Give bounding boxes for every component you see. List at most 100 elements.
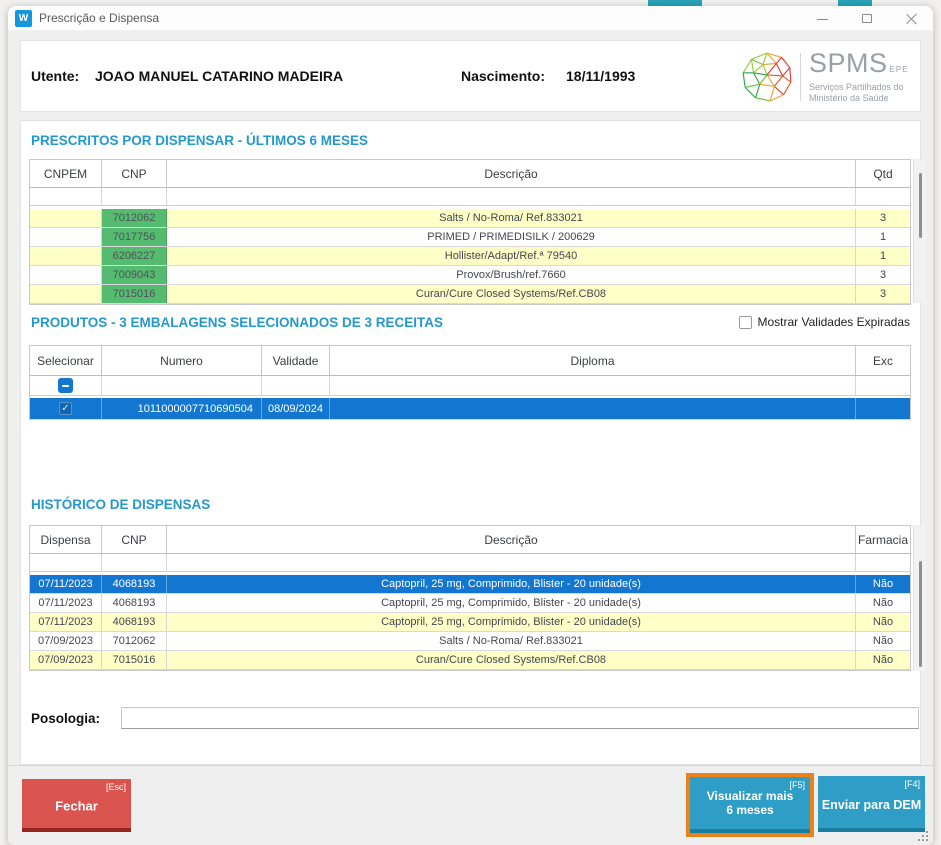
- scrollbar-thumb[interactable]: [919, 561, 922, 667]
- historico-table: Dispensa CNP Descrição Farmacia 07/11/20…: [29, 525, 911, 671]
- filter-cell[interactable]: [102, 376, 262, 395]
- close-button[interactable]: [889, 6, 933, 31]
- filter-cell[interactable]: [262, 376, 330, 395]
- cell-dispensa: 07/11/2023: [30, 613, 102, 631]
- cell-farmacia: Não: [856, 594, 910, 612]
- select-all-checkbox-indeterminate[interactable]: [58, 378, 73, 393]
- column-header-cnp[interactable]: CNP: [102, 526, 167, 553]
- table-row[interactable]: 7017756 PRIMED / PRIMEDISILK / 200629 1: [30, 228, 910, 247]
- cell-farmacia: Não: [856, 632, 910, 650]
- table-row[interactable]: 07/09/2023 7012062 Salts / No-Roma/ Ref.…: [30, 632, 910, 651]
- visualizar-label-line1: Visualizar mais: [690, 789, 810, 803]
- filter-cell[interactable]: [167, 554, 856, 571]
- enviar-shortcut: [F4]: [904, 779, 920, 789]
- table-row[interactable]: 7012062 Salts / No-Roma/ Ref.833021 3: [30, 209, 910, 228]
- posologia-input[interactable]: [121, 707, 919, 729]
- nascimento-label: Nascimento:: [461, 68, 545, 84]
- filter-cell[interactable]: [856, 376, 910, 395]
- column-header-farmacia[interactable]: Farmacia: [856, 526, 910, 553]
- table-row[interactable]: 07/11/2023 4068193 Captopril, 25 mg, Com…: [30, 594, 910, 613]
- minimize-button[interactable]: [801, 6, 845, 31]
- logo-suffix: EPE: [890, 65, 909, 74]
- vertical-scrollbar[interactable]: [913, 525, 926, 671]
- cell-validade: 08/09/2024: [262, 398, 330, 419]
- vertical-scrollbar[interactable]: [913, 159, 926, 303]
- prescritos-section-title: PRESCRITOS POR DISPENSAR - ÚLTIMOS 6 MES…: [31, 133, 368, 148]
- maximize-button[interactable]: [845, 6, 889, 31]
- filter-cell[interactable]: [330, 376, 856, 395]
- table-row[interactable]: 7009043 Provox/Brush/ref.7660 3: [30, 266, 910, 285]
- mostrar-validades-checkbox[interactable]: Mostrar Validades Expiradas: [739, 315, 910, 329]
- produtos-table: Selecionar Numero Validade Diploma Exc ✓…: [29, 345, 911, 420]
- select-all-cell[interactable]: [30, 376, 102, 395]
- filter-cell[interactable]: [30, 188, 102, 205]
- column-header-numero[interactable]: Numero: [102, 346, 262, 375]
- mostrar-validades-label: Mostrar Validades Expiradas: [757, 315, 910, 329]
- fechar-button[interactable]: [Esc] Fechar: [22, 779, 131, 832]
- cell-numero: 1011000007710690504: [102, 398, 262, 419]
- historico-filter-row: [30, 554, 910, 572]
- prescritos-filter-row: [30, 188, 910, 206]
- filter-cell[interactable]: [102, 554, 167, 571]
- column-header-descricao[interactable]: Descrição: [167, 526, 856, 553]
- cell-selecionar[interactable]: ✓: [30, 398, 102, 419]
- patient-header: Utente: JOAO MANUEL CATARINO MADEIRA Nas…: [20, 40, 921, 112]
- cell-qtd: 3: [856, 285, 910, 303]
- prescritos-table: CNPEM CNP Descrição Qtd 7012062 Salts / …: [29, 159, 911, 305]
- resize-grip[interactable]: [918, 831, 928, 841]
- cell-cnpem: [30, 209, 102, 227]
- cell-qtd: 1: [856, 228, 910, 246]
- cell-cnp: 4068193: [102, 575, 167, 593]
- cell-farmacia: Não: [856, 651, 910, 669]
- fechar-shortcut: [Esc]: [106, 782, 126, 792]
- column-header-cnp[interactable]: CNP: [102, 160, 167, 187]
- filter-cell[interactable]: [856, 554, 910, 571]
- column-header-selecionar[interactable]: Selecionar: [30, 346, 102, 375]
- logo-subtitle: Ministério da Saúde: [809, 93, 909, 104]
- cell-cnp: 7015016: [102, 651, 167, 669]
- produtos-section-title: PRODUTOS - 3 EMBALAGENS SELECIONADOS DE …: [31, 315, 443, 330]
- cell-cnp: 4068193: [102, 613, 167, 631]
- prescritos-header-row: CNPEM CNP Descrição Qtd: [30, 160, 910, 188]
- cell-exc: [856, 398, 910, 419]
- logo-brand: SPMS: [809, 48, 888, 78]
- titlebar[interactable]: W Prescrição e Dispensa: [8, 6, 933, 31]
- window-title: Prescrição e Dispensa: [39, 6, 159, 31]
- cell-descricao: Salts / No-Roma/ Ref.833021: [167, 209, 856, 227]
- selected-product-row[interactable]: ✓ 1011000007710690504 08/09/2024: [30, 398, 910, 420]
- checkbox-icon[interactable]: [739, 316, 752, 329]
- utente-name: JOAO MANUEL CATARINO MADEIRA: [95, 68, 343, 84]
- cell-farmacia: Não: [856, 575, 910, 593]
- enviar-dem-button[interactable]: [F4] Enviar para DEM: [818, 776, 925, 832]
- filter-cell[interactable]: [30, 554, 102, 571]
- produtos-header-row: Selecionar Numero Validade Diploma Exc: [30, 346, 910, 376]
- column-header-descricao[interactable]: Descrição: [167, 160, 856, 187]
- cell-cnp: 6206227: [102, 247, 167, 265]
- table-row[interactable]: 07/11/2023 4068193 Captopril, 25 mg, Com…: [30, 575, 910, 594]
- visualizar-mais-button[interactable]: [F5] Visualizar mais 6 meses: [690, 777, 810, 833]
- scrollbar-thumb[interactable]: [919, 173, 922, 238]
- logo-divider: [800, 53, 801, 101]
- maximize-icon: [862, 14, 872, 23]
- column-header-qtd[interactable]: Qtd: [856, 160, 910, 187]
- cell-cnpem: [30, 266, 102, 284]
- cell-descricao: Captopril, 25 mg, Comprimido, Blister - …: [167, 594, 856, 612]
- column-header-dispensa[interactable]: Dispensa: [30, 526, 102, 553]
- table-row[interactable]: 7015016 Curan/Cure Closed Systems/Ref.CB…: [30, 285, 910, 304]
- window-controls: [801, 6, 933, 31]
- column-header-diploma[interactable]: Diploma: [330, 346, 856, 375]
- column-header-validade[interactable]: Validade: [262, 346, 330, 375]
- prescricao-dispensa-window: W Prescrição e Dispensa Utente: JOAO MAN…: [8, 6, 933, 845]
- filter-cell[interactable]: [167, 188, 856, 205]
- filter-cell[interactable]: [102, 188, 167, 205]
- column-header-exc[interactable]: Exc: [856, 346, 910, 375]
- table-row[interactable]: 07/11/2023 4068193 Captopril, 25 mg, Com…: [30, 613, 910, 632]
- row-checkbox-checked[interactable]: ✓: [59, 402, 72, 415]
- spms-logo: SPMSEPE Serviços Partilhados do Ministér…: [740, 48, 912, 106]
- table-row[interactable]: 07/09/2023 7015016 Curan/Cure Closed Sys…: [30, 651, 910, 670]
- cell-diploma: [330, 398, 856, 419]
- filter-cell[interactable]: [856, 188, 910, 205]
- column-header-cnpem[interactable]: CNPEM: [30, 160, 102, 187]
- cell-dispensa: 07/11/2023: [30, 594, 102, 612]
- table-row[interactable]: 6206227 Hollister/Adapt/Ref.ª 79540 1: [30, 247, 910, 266]
